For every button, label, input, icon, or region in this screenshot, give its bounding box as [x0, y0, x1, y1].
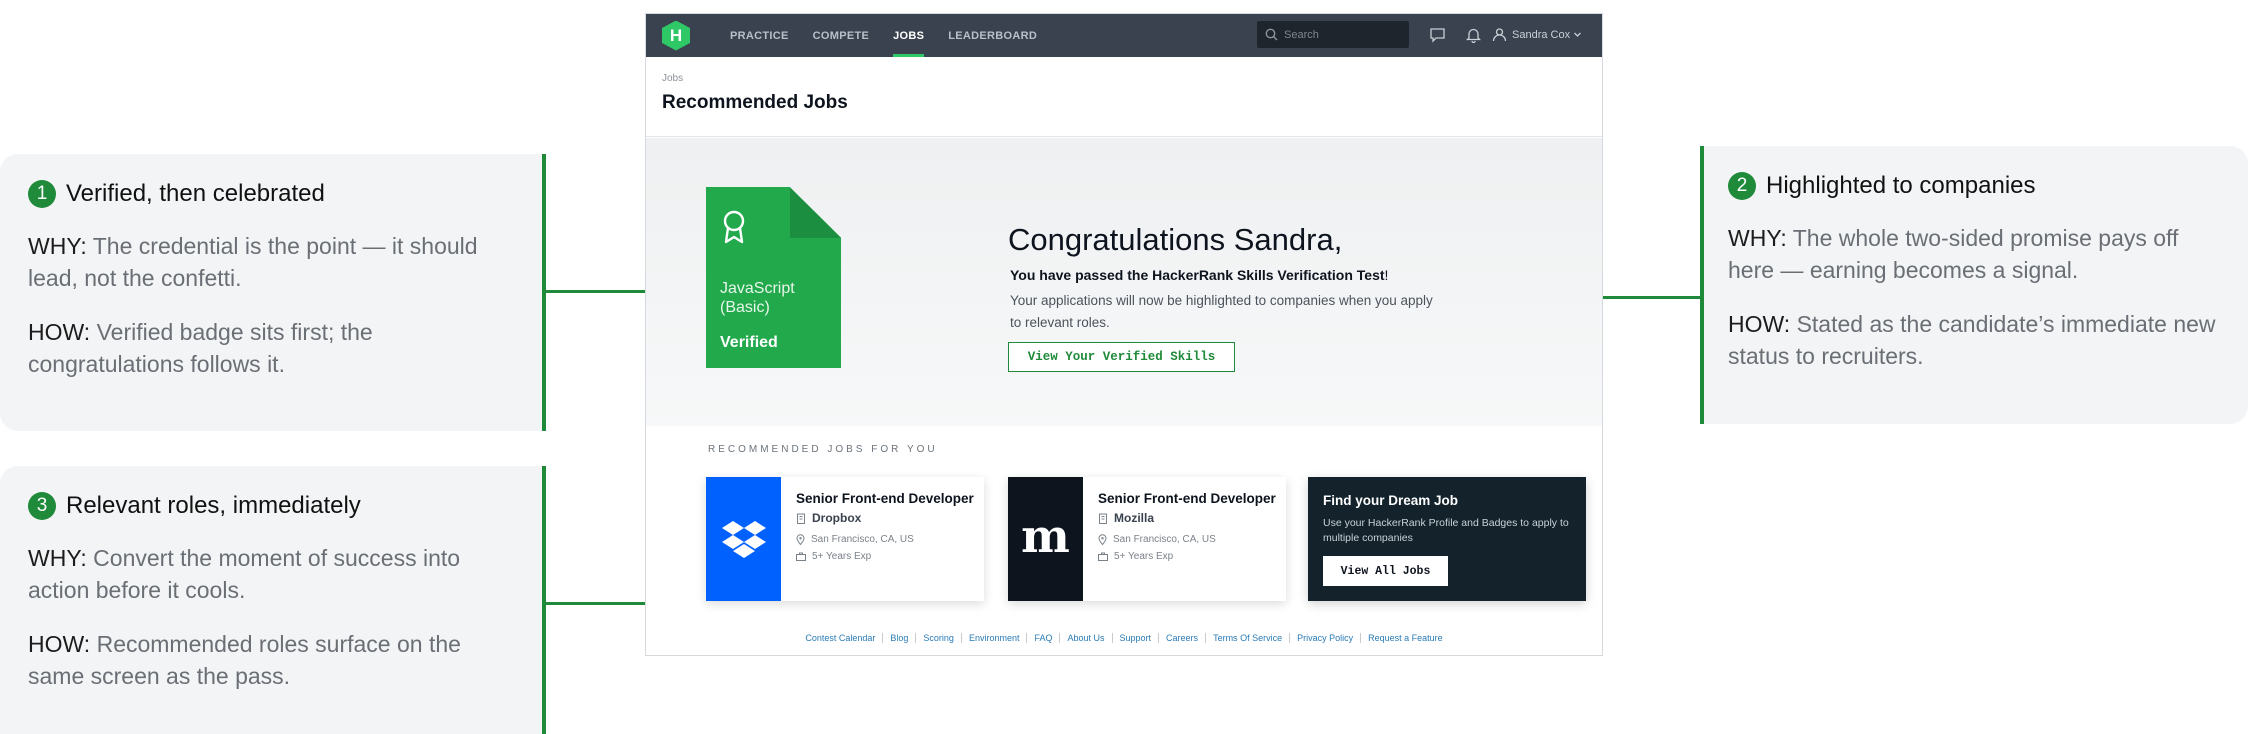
- nav-compete[interactable]: COMPETE: [801, 14, 882, 57]
- callout-title: 2 Highlighted to companies: [1728, 172, 2220, 200]
- callout-highlighted-to-companies: 2 Highlighted to companies WHY: The whol…: [1700, 146, 2248, 424]
- dream-job-text: Use your HackerRank Profile and Badges t…: [1323, 517, 1569, 544]
- search-input[interactable]: [1284, 28, 1404, 41]
- footer-link-blog[interactable]: Blog: [883, 633, 917, 643]
- job-title[interactable]: Senior Front-end Developer: [1098, 489, 1283, 508]
- job-info: Senior Front-end Developer Dropbox San F…: [781, 477, 981, 601]
- highlight-message: Your applications will now be highlighte…: [1010, 293, 1433, 330]
- view-verified-skills-button[interactable]: View Your Verified Skills: [1008, 342, 1235, 372]
- callout-how: HOW: Verified badge sits first; the cong…: [28, 319, 373, 377]
- chevron-down-icon: [1574, 32, 1582, 37]
- location-pin-icon: [1098, 534, 1107, 545]
- nav-practice[interactable]: PRACTICE: [718, 14, 801, 57]
- callout-number: 3: [28, 492, 56, 520]
- footer-link-careers[interactable]: Careers: [1159, 633, 1207, 643]
- dream-job-title: Find your Dream Job: [1323, 493, 1459, 508]
- verified-badge-card: JavaScript (Basic) Verified: [706, 187, 841, 368]
- callout-why: WHY: Convert the moment of success into …: [28, 545, 461, 603]
- breadcrumb[interactable]: Jobs: [662, 73, 1586, 84]
- award-ribbon-icon: [723, 210, 745, 244]
- congratulations-heading: Congratulations Sandra,: [1008, 222, 1343, 257]
- callout-title-text: Relevant roles, immediately: [66, 492, 361, 519]
- job-experience: 5+ Years Exp: [796, 551, 981, 562]
- job-location: San Francisco, CA, US: [796, 534, 981, 545]
- page-header: Jobs Recommended Jobs: [646, 57, 1602, 137]
- footer-links: Contest Calendar Blog Scoring Environmen…: [646, 633, 1602, 643]
- briefcase-icon: [1098, 552, 1108, 561]
- building-icon: [797, 513, 805, 524]
- callout-accent-bar: [542, 466, 546, 734]
- location-pin-icon: [796, 534, 805, 545]
- job-company: Dropbox: [796, 511, 981, 525]
- callout-why: WHY: The credential is the point — it sh…: [28, 233, 478, 291]
- job-location: San Francisco, CA, US: [1098, 534, 1283, 545]
- callout-title-text: Verified, then celebrated: [66, 180, 325, 207]
- job-card-mozilla[interactable]: m Senior Front-end Developer Mozilla San…: [1008, 477, 1286, 601]
- user-icon: [1492, 28, 1507, 42]
- callout-verified-then-celebrated: 1 Verified, then celebrated WHY: The cre…: [0, 154, 546, 431]
- app-screenshot: H PRACTICE COMPETE JOBS LEADERBOARD Sand…: [645, 13, 1603, 656]
- footer-link-contest-calendar[interactable]: Contest Calendar: [798, 633, 884, 643]
- callout-accent-bar: [1700, 146, 1704, 424]
- user-name: Sandra Cox: [1512, 28, 1571, 41]
- nav-leaderboard[interactable]: LEADERBOARD: [936, 14, 1049, 57]
- footer-link-terms[interactable]: Terms Of Service: [1206, 633, 1291, 643]
- nav-links: PRACTICE COMPETE JOBS LEADERBOARD: [718, 14, 1049, 57]
- job-experience: 5+ Years Exp: [1098, 551, 1283, 562]
- find-dream-job-card: Find your Dream Job Use your HackerRank …: [1308, 477, 1586, 601]
- footer-link-request-feature[interactable]: Request a Feature: [1361, 633, 1450, 643]
- footer-link-support[interactable]: Support: [1113, 633, 1160, 643]
- job-info: Senior Front-end Developer Mozilla San F…: [1083, 477, 1283, 601]
- callout-how: HOW: Stated as the candidate’s immediate…: [1728, 311, 2216, 369]
- badge-skill-name: JavaScript (Basic): [720, 280, 795, 316]
- search-icon: [1265, 28, 1278, 41]
- page-title: Recommended Jobs: [662, 92, 848, 113]
- hackerrank-logo[interactable]: H: [662, 20, 690, 51]
- callout-relevant-roles: 3 Relevant roles, immediately WHY: Conve…: [0, 466, 546, 734]
- mozilla-logo: m: [1008, 477, 1083, 601]
- passed-message: You have passed the HackerRank Skills Ve…: [1010, 267, 1389, 283]
- building-icon: [1099, 513, 1107, 524]
- badge-page-fold: [790, 187, 841, 238]
- recommended-jobs-heading: RECOMMENDED JOBS FOR YOU: [708, 444, 938, 455]
- footer-link-privacy[interactable]: Privacy Policy: [1290, 633, 1362, 643]
- briefcase-icon: [796, 552, 806, 561]
- badge-status: Verified: [720, 334, 778, 351]
- callout-title-text: Highlighted to companies: [1766, 172, 2036, 199]
- job-card-dropbox[interactable]: Senior Front-end Developer Dropbox San F…: [706, 477, 984, 601]
- dropbox-icon: [721, 521, 766, 558]
- user-menu[interactable]: Sandra Cox: [1492, 27, 1582, 42]
- callout-title: 3 Relevant roles, immediately: [28, 492, 518, 520]
- callout-how: HOW: Recommended roles surface on the sa…: [28, 631, 461, 689]
- footer-link-environment[interactable]: Environment: [962, 633, 1028, 643]
- callout-why: WHY: The whole two-sided promise pays of…: [1728, 225, 2179, 283]
- bell-icon[interactable]: [1466, 27, 1481, 43]
- footer-link-faq[interactable]: FAQ: [1027, 633, 1061, 643]
- dropbox-logo: [706, 477, 781, 601]
- messages-icon[interactable]: [1429, 27, 1446, 43]
- top-navigation: H PRACTICE COMPETE JOBS LEADERBOARD Sand…: [646, 14, 1602, 57]
- footer-link-scoring[interactable]: Scoring: [916, 633, 962, 643]
- callout-title: 1 Verified, then celebrated: [28, 180, 518, 208]
- job-title[interactable]: Senior Front-end Developer: [796, 489, 981, 508]
- search-box[interactable]: [1257, 21, 1409, 48]
- job-company: Mozilla: [1098, 511, 1283, 525]
- verification-hero: JavaScript (Basic) Verified Congratulati…: [646, 138, 1602, 426]
- nav-jobs[interactable]: JOBS: [881, 14, 936, 57]
- footer-link-about-us[interactable]: About Us: [1060, 633, 1113, 643]
- mozilla-logo-letter: m: [1021, 509, 1070, 563]
- view-all-jobs-button[interactable]: View All Jobs: [1323, 556, 1448, 586]
- callout-number: 2: [1728, 172, 1756, 200]
- callout-number: 1: [28, 180, 56, 208]
